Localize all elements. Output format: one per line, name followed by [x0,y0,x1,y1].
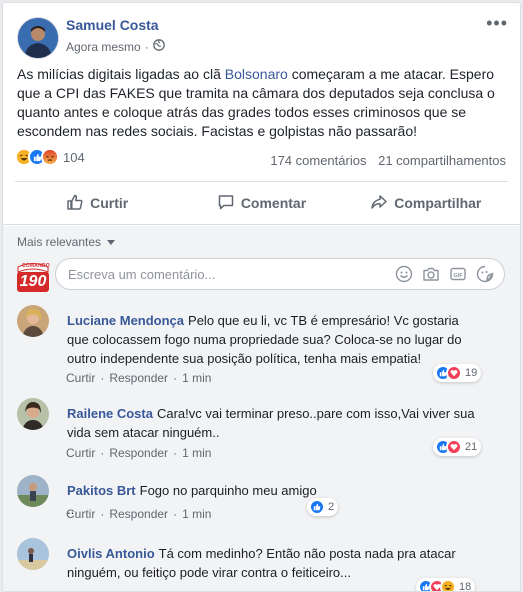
comment-actions: Curtir · Responder · 1 min [66,507,212,521]
share-icon [370,193,388,214]
separator-dot: · [144,39,149,54]
gif-icon[interactable]: GIF [449,265,467,283]
comment-time[interactable]: 1 min [182,371,211,385]
comment-reply-link[interactable]: Responder [109,371,168,385]
post-meta: Agora mesmo · [66,39,165,54]
comments-count[interactable]: 174 comentários [270,153,366,168]
comments-section: Mais relevantes COMANDO 190 Escreva um c… [3,226,520,591]
comment-bubble: Railene Costa Cara!vc vai terminar preso.… [55,398,487,449]
more-options-icon[interactable]: ••• [486,13,508,34]
comment-reactions[interactable]: 18 [416,578,476,591]
comment-like-link[interactable]: Curtir [66,507,95,521]
emoji-icon[interactable] [395,265,413,283]
commenter-avatar[interactable] [17,475,49,507]
comment-label: Comentar [240,195,307,211]
comment-reactions[interactable]: 19 [433,364,482,382]
camera-icon[interactable] [422,265,440,283]
like-icon [309,499,325,515]
composer-tools: GIF [395,265,494,283]
shares-count[interactable]: 21 compartilhamentos [378,153,506,168]
reaction-count: 104 [63,149,85,165]
like-label: Curtir [90,195,129,211]
post-card: Samuel Costa Agora mesmo · ••• As milíci… [2,2,521,592]
comment-sort-dropdown[interactable]: Mais relevantes [17,235,116,249]
sticker-icon[interactable] [476,265,494,283]
comment-reaction-count: 19 [465,367,478,379]
comment-like-link[interactable]: Curtir [66,446,95,460]
comment-icon [217,193,235,214]
comment-reply-link[interactable]: Responder [109,446,168,460]
thumbs-up-icon [66,193,84,214]
commenter-name[interactable]: Pakitos Brt [67,483,136,498]
comment-like-link[interactable]: Curtir [66,371,95,385]
comment-reaction-count: 2 [328,501,335,513]
comment-time[interactable]: 1 min [182,446,211,460]
svg-text:GIF: GIF [453,273,463,279]
haha-icon [440,579,456,591]
post-time[interactable]: Agora mesmo [66,40,141,54]
comment-actions: Curtir · Responder · 1 min [66,371,212,385]
like-button[interactable]: Curtir [15,185,179,221]
share-label: Compartilhar [394,195,482,211]
comment-button[interactable]: Comentar [179,185,343,221]
comment-reply-link[interactable]: Responder [109,507,168,521]
post-actions: Curtir Comentar Compartilhar [15,185,508,221]
heart-icon [446,439,462,455]
post-text: As milícias digitais ligadas ao clã Bols… [17,66,495,139]
caret-down-icon [104,235,116,249]
mention-link[interactable]: Bolsonaro [225,66,288,82]
commenter-avatar[interactable] [17,538,49,570]
current-user-avatar[interactable]: COMANDO 190 [15,258,51,294]
commenter-name[interactable]: Railene Costa [67,406,153,421]
angry-icon [41,148,59,166]
commenter-name[interactable]: Oivlis Antonio [67,546,155,561]
post-stats: 174 comentários 21 compartilhamentos [262,153,506,168]
comment-input[interactable]: Escreva um comentário... GIF [55,258,505,290]
commenter-avatar[interactable] [17,305,49,337]
author-avatar[interactable] [17,17,59,59]
comment-reaction-count: 21 [465,441,478,453]
commenter-avatar[interactable] [17,398,49,430]
comment-reactions[interactable]: 2 [307,498,339,516]
commenter-name[interactable]: Luciane Mendonça [67,313,184,328]
reaction-summary[interactable]: 104 [15,148,85,166]
globe-icon [152,39,165,54]
share-button[interactable]: Compartilhar [344,185,508,221]
heart-icon [446,365,462,381]
badge-number-text: 190 [19,273,47,290]
divider [3,224,520,225]
divider [15,181,508,182]
comment-reactions[interactable]: 21 [433,438,482,456]
comment-actions: Curtir · Responder · 1 min [66,446,212,460]
badge-top-text: COMANDO [22,263,50,269]
author-name[interactable]: Samuel Costa [66,17,159,33]
comment-bubble: Luciane Mendonça Pelo que eu li, vc TB é … [55,305,489,375]
comment-time[interactable]: 1 min [182,507,211,521]
comment-placeholder: Escreva um comentário... [68,266,216,282]
